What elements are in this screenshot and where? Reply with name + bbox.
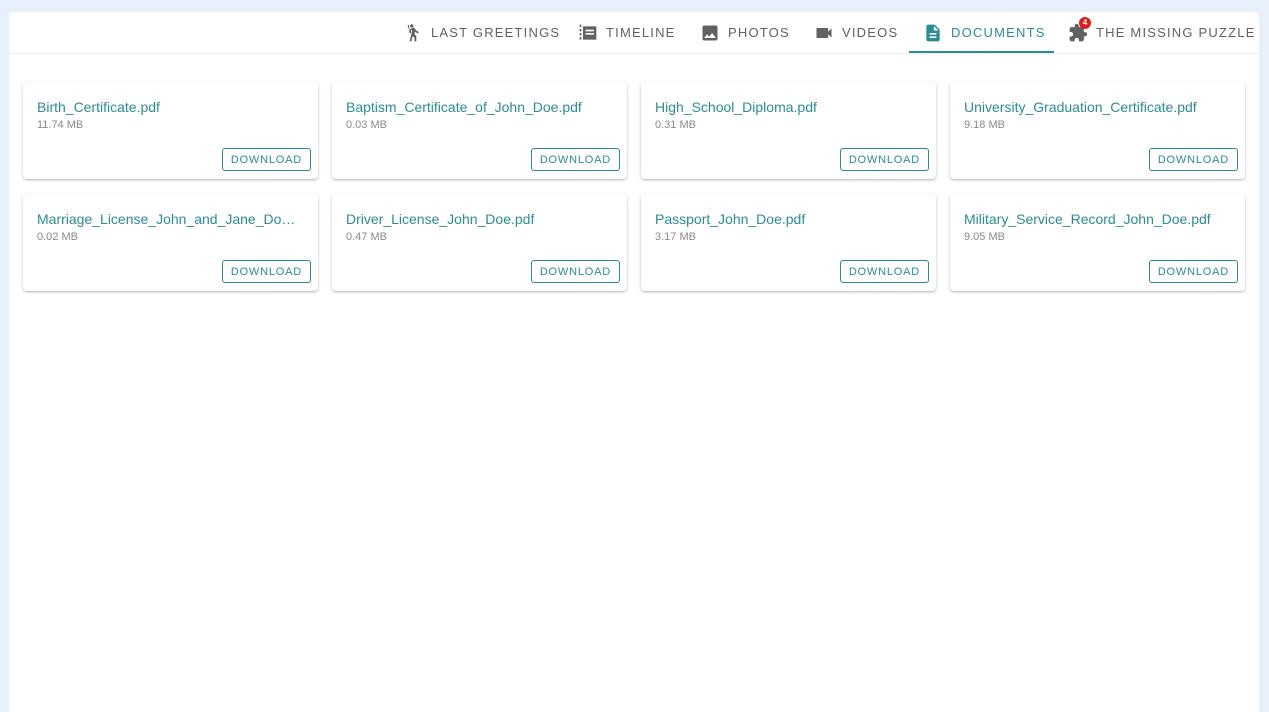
download-button[interactable]: DOWNLOAD	[839, 260, 929, 283]
tab-bar: LAST GREETINGS TIMELINE PHOTOS VIDEOS DO	[9, 12, 1259, 54]
document-name-link[interactable]: Baptism_Certificate_of_John_Doe.pdf	[346, 99, 612, 115]
document-card: Birth_Certificate.pdf 11.74 MB DOWNLOAD	[23, 82, 318, 179]
document-card: Military_Service_Record_John_Doe.pdf 9.0…	[950, 194, 1245, 291]
puzzle-icon: 4	[1068, 16, 1091, 43]
document-card: Passport_John_Doe.pdf 3.17 MB DOWNLOAD	[641, 194, 936, 291]
tab-label: PHOTOS	[728, 25, 790, 40]
document-card: High_School_Diploma.pdf 0.31 MB DOWNLOAD	[641, 82, 936, 179]
download-button[interactable]: DOWNLOAD	[221, 148, 311, 171]
document-name-link[interactable]: University_Graduation_Certificate.pdf	[964, 99, 1230, 115]
document-card: Baptism_Certificate_of_John_Doe.pdf 0.03…	[332, 82, 627, 179]
main-panel: LAST GREETINGS TIMELINE PHOTOS VIDEOS DO	[9, 12, 1259, 712]
timeline-icon	[578, 23, 598, 43]
download-button[interactable]: DOWNLOAD	[1148, 260, 1238, 283]
tab-photos[interactable]: PHOTOS	[700, 12, 790, 53]
tab-label: DOCUMENTS	[951, 25, 1046, 40]
document-size: 9.18 MB	[964, 119, 1005, 131]
image-icon	[700, 23, 720, 43]
document-size: 3.17 MB	[655, 231, 696, 243]
active-tab-indicator	[909, 51, 1054, 53]
document-card: Marriage_License_John_and_Jane_Doe.pdf 0…	[23, 194, 318, 291]
document-size: 0.47 MB	[346, 231, 387, 243]
document-size: 0.02 MB	[37, 231, 78, 243]
videocam-icon	[814, 23, 834, 43]
document-name-link[interactable]: Birth_Certificate.pdf	[37, 99, 303, 115]
document-size: 0.03 MB	[346, 119, 387, 131]
tab-label: LAST GREETINGS	[431, 25, 561, 40]
notification-badge: 4	[1079, 16, 1091, 29]
tab-label: THE MISSING PUZZLE	[1096, 25, 1256, 40]
tab-last-greetings[interactable]: LAST GREETINGS	[403, 12, 560, 53]
tab-label: TIMELINE	[606, 25, 676, 40]
document-size: 11.74 MB	[37, 119, 84, 131]
document-name-link[interactable]: Driver_License_John_Doe.pdf	[346, 211, 612, 227]
tab-the-missing-puzzle[interactable]: 4 THE MISSING PUZZLE	[1068, 12, 1256, 53]
tab-timeline[interactable]: TIMELINE	[578, 12, 676, 53]
document-name-link[interactable]: Military_Service_Record_John_Doe.pdf	[964, 211, 1230, 227]
person-waving-icon	[403, 23, 423, 43]
tab-label: VIDEOS	[842, 25, 899, 40]
download-button[interactable]: DOWNLOAD	[530, 260, 620, 283]
document-card: University_Graduation_Certificate.pdf 9.…	[950, 82, 1245, 179]
document-name-link[interactable]: Marriage_License_John_and_Jane_Doe.pdf	[37, 211, 303, 227]
document-card: Driver_License_John_Doe.pdf 0.47 MB DOWN…	[332, 194, 627, 291]
download-button[interactable]: DOWNLOAD	[1148, 148, 1238, 171]
download-button[interactable]: DOWNLOAD	[221, 260, 311, 283]
tab-documents[interactable]: DOCUMENTS	[923, 12, 1046, 53]
document-size: 9.05 MB	[964, 231, 1005, 243]
document-size: 0.31 MB	[655, 119, 696, 131]
document-name-link[interactable]: Passport_John_Doe.pdf	[655, 211, 921, 227]
document-icon	[923, 23, 943, 43]
document-name-link[interactable]: High_School_Diploma.pdf	[655, 99, 921, 115]
download-button[interactable]: DOWNLOAD	[839, 148, 929, 171]
download-button[interactable]: DOWNLOAD	[530, 148, 620, 171]
tab-videos[interactable]: VIDEOS	[814, 12, 898, 53]
